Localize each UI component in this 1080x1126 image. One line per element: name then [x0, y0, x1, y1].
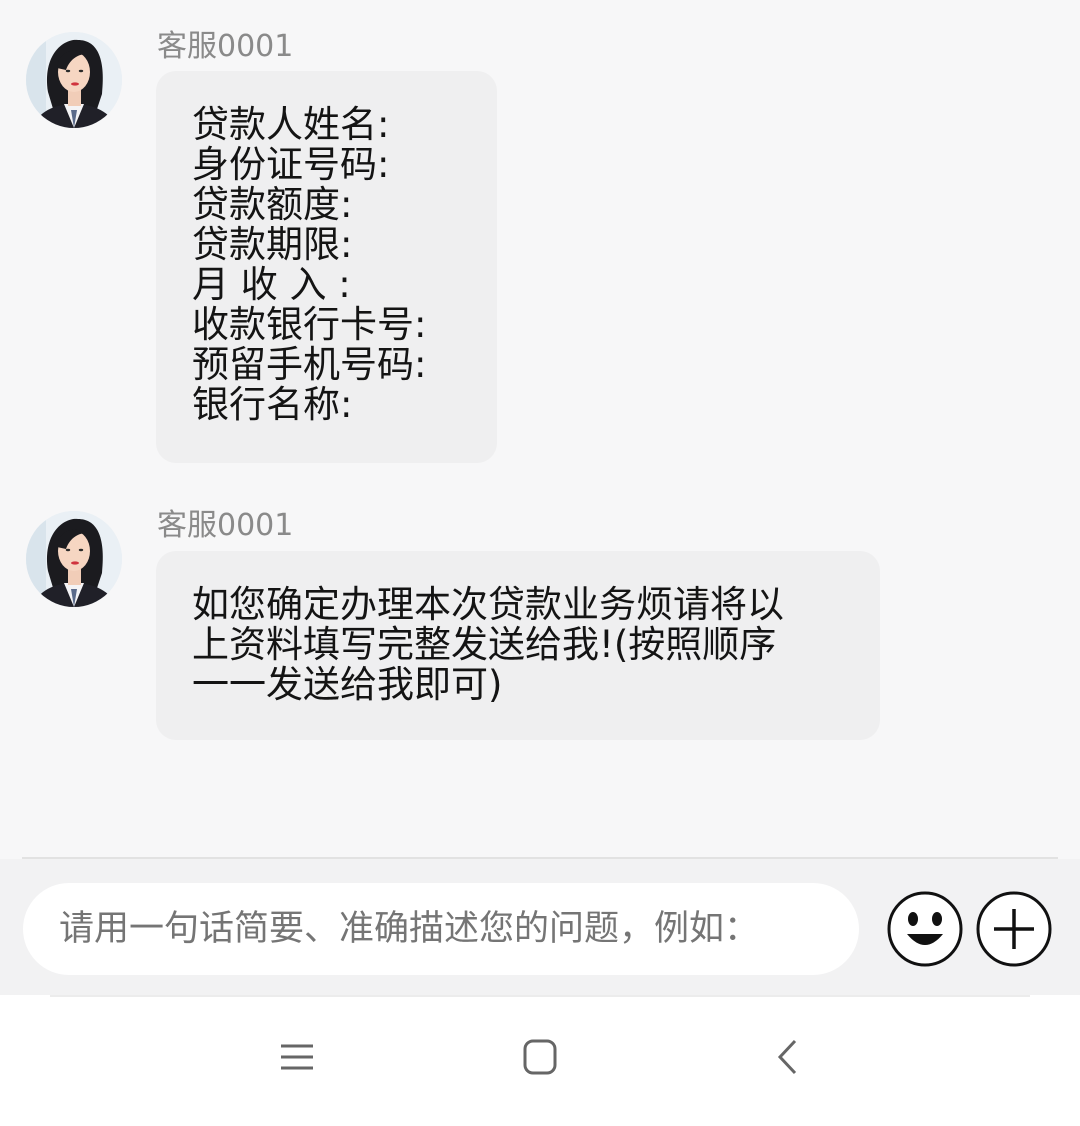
smiley-face-icon[interactable] [886, 890, 964, 968]
rounded-square-icon[interactable] [518, 1035, 562, 1079]
sender-name: 客服0001 [157, 508, 294, 543]
message-line: 银行名称: [192, 383, 353, 426]
message-line: 一一发送给我即可) [192, 663, 503, 706]
message-line: 贷款人姓名: [192, 103, 390, 146]
agent-avatar[interactable] [26, 32, 122, 128]
message-line: 收款银行卡号: [192, 303, 427, 346]
message-line: 贷款额度: [192, 183, 353, 226]
message-line: 身份证号码: [192, 143, 390, 186]
message-line: 如您确定办理本次贷款业务烦请将以 [192, 583, 784, 626]
nav-divider [50, 995, 1030, 997]
message-line: 月 收 入 : [192, 263, 351, 306]
agent-avatar[interactable] [26, 511, 122, 607]
message-bubble[interactable]: 如您确定办理本次贷款业务烦请将以 上资料填写完整发送给我!(按照顺序 一一发送给… [156, 551, 880, 740]
message-bubble[interactable]: 贷款人姓名: 身份证号码: 贷款额度: 贷款期限: 月 收 入 : 收款银行卡号… [156, 71, 497, 463]
menu-lines-icon[interactable] [275, 1035, 319, 1079]
message-line: 上资料填写完整发送给我!(按照顺序 [192, 623, 777, 666]
chat-area[interactable]: 客服0001 贷款人姓名: 身份证号码: 贷款额度: 贷款期限: 月 收 入 :… [0, 0, 1080, 858]
message-input[interactable] [23, 883, 859, 975]
plus-circle-icon[interactable] [975, 890, 1053, 968]
system-nav-bar [0, 995, 1080, 1126]
chevron-left-icon[interactable] [765, 1035, 809, 1079]
input-bar [0, 859, 1080, 995]
sender-name: 客服0001 [157, 29, 294, 64]
message-line: 预留手机号码: [192, 343, 427, 386]
message-line: 贷款期限: [192, 223, 353, 266]
